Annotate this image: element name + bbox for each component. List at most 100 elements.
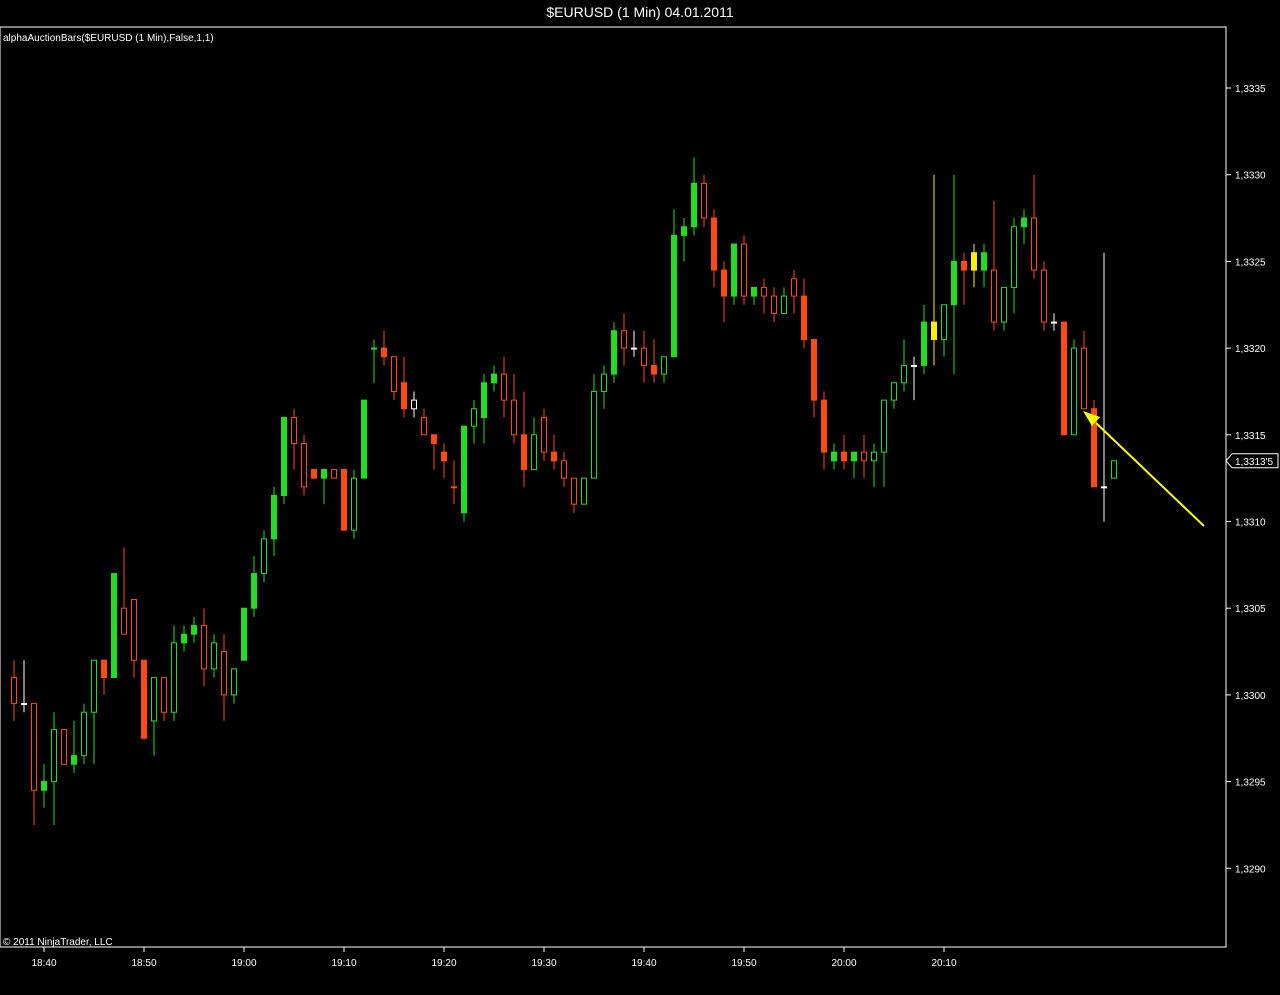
candle-body <box>1081 347 1087 410</box>
candle <box>701 174 707 227</box>
candle <box>561 452 567 487</box>
candle <box>581 477 587 505</box>
candle <box>801 278 807 349</box>
candle-body <box>1111 460 1117 479</box>
candle <box>721 261 727 323</box>
candle <box>1051 313 1057 331</box>
candle-body <box>21 703 27 706</box>
candle-body <box>391 356 397 392</box>
candle <box>401 356 407 418</box>
candle-body <box>641 347 647 366</box>
candle <box>911 356 917 401</box>
candle <box>1091 400 1097 488</box>
candle-body <box>501 373 507 401</box>
candle-body <box>851 451 857 462</box>
candle-body <box>221 651 227 696</box>
candle <box>131 599 137 678</box>
candle <box>461 425 467 522</box>
candle-body <box>91 659 97 713</box>
candle <box>431 434 437 470</box>
candle-body <box>591 390 597 479</box>
candle <box>81 703 87 765</box>
candle <box>271 486 277 557</box>
y-tick-label: 1,3310 <box>1235 518 1266 529</box>
candle-body <box>71 755 77 765</box>
candle-body <box>731 243 737 297</box>
candle-body <box>541 416 547 453</box>
candle <box>551 434 557 470</box>
candle-body <box>351 477 357 531</box>
candle <box>291 408 297 470</box>
candle-body <box>1061 321 1067 436</box>
candle <box>881 399 887 487</box>
candle <box>471 400 477 444</box>
candle <box>541 408 547 461</box>
candle-body <box>1101 486 1107 489</box>
candle <box>251 556 257 617</box>
candle-body <box>891 382 897 401</box>
y-tick-label: 1,3330 <box>1235 171 1266 182</box>
candle-body <box>751 286 757 297</box>
candle <box>181 625 187 652</box>
candle-body <box>251 573 257 609</box>
candle <box>371 339 377 383</box>
candle <box>281 416 287 505</box>
candle <box>621 313 627 366</box>
candle-body <box>941 304 947 340</box>
candle <box>741 235 747 305</box>
candle <box>1031 174 1037 279</box>
candle <box>41 764 47 808</box>
candle <box>861 434 867 479</box>
candle-body <box>651 364 657 375</box>
candle-body <box>321 468 327 479</box>
candle-body <box>461 425 467 514</box>
y-tick-label: 1,3305 <box>1235 604 1266 615</box>
candle <box>141 659 147 739</box>
candle-body <box>561 460 567 479</box>
candle-body <box>991 269 997 323</box>
x-tick-label: 20:10 <box>931 958 956 969</box>
candle <box>411 391 417 418</box>
candle <box>591 374 597 479</box>
candle <box>1061 321 1067 436</box>
candle <box>71 720 77 773</box>
candle <box>391 356 397 401</box>
candle <box>361 399 367 479</box>
candle-body <box>581 477 587 505</box>
candle <box>1101 252 1107 522</box>
candle-body <box>481 382 487 418</box>
candle-body <box>441 451 447 462</box>
price-chart[interactable]: 1,3290 1,3295 1,3300 1,3305 1,3310 1,3315 1,33… <box>0 0 1280 995</box>
candle <box>851 451 857 479</box>
candle-body <box>371 347 377 350</box>
candle-body <box>931 321 937 340</box>
candle <box>381 330 387 366</box>
candle-body <box>981 252 987 271</box>
candle <box>1071 339 1077 436</box>
candle-body <box>841 451 847 462</box>
candle-body <box>511 399 517 436</box>
candle <box>781 287 787 314</box>
candle <box>301 434 307 496</box>
y-tick-label: 1,3290 <box>1235 864 1266 875</box>
candle-body <box>701 182 707 219</box>
candle-body <box>521 434 527 470</box>
candle-body <box>611 330 617 375</box>
candle-body <box>61 729 67 765</box>
candle-body <box>211 642 217 670</box>
candle <box>421 408 427 436</box>
candle-body <box>911 364 917 367</box>
candle <box>21 660 27 713</box>
candle-body <box>41 781 47 791</box>
candle-body <box>901 364 907 384</box>
y-tick-label: 1,3295 <box>1235 778 1266 789</box>
candle-body <box>661 356 667 375</box>
candle <box>171 625 177 721</box>
candle <box>901 339 907 392</box>
candle <box>1011 218 1017 314</box>
candle-body <box>81 711 87 757</box>
candle <box>571 477 577 513</box>
candle-body <box>1031 217 1037 271</box>
candle <box>221 634 227 721</box>
x-tick-label: 18:50 <box>131 958 156 969</box>
